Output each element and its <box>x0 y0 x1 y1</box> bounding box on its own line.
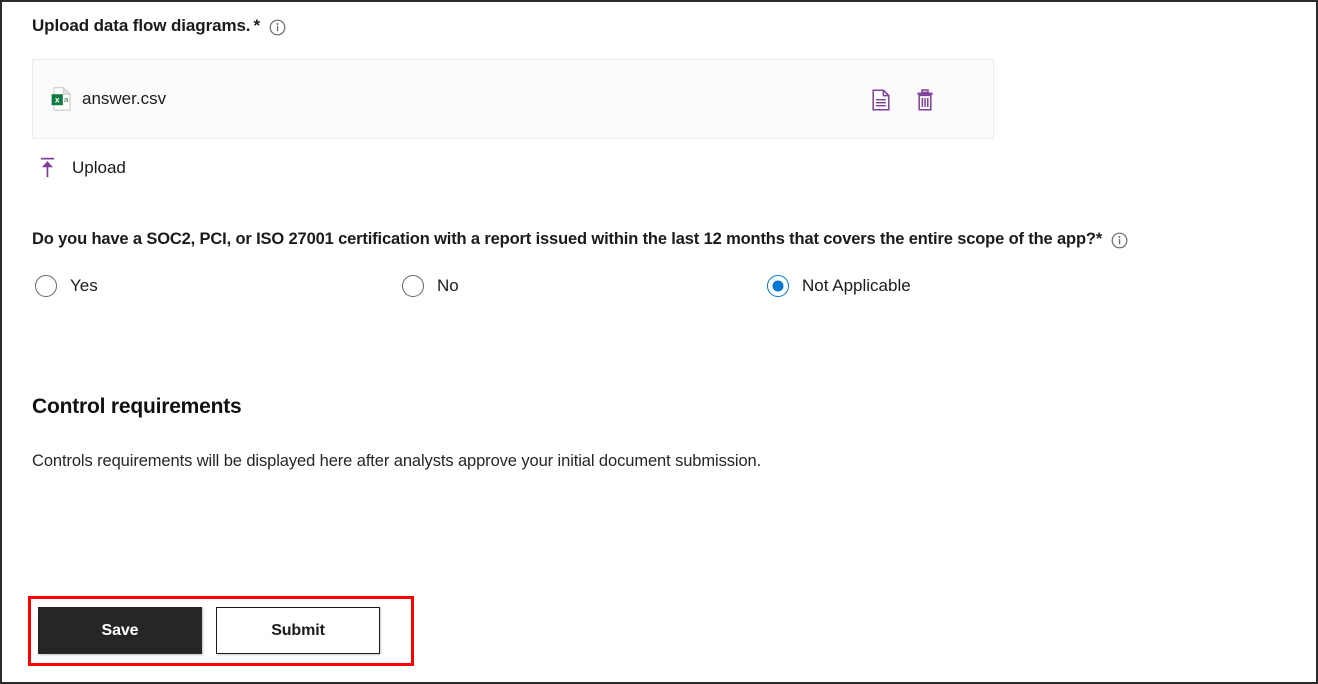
uploaded-file-row: x a answer.csv <box>32 59 994 139</box>
radio-label-not-applicable: Not Applicable <box>802 276 911 296</box>
radio-option-not-applicable[interactable]: Not Applicable <box>767 275 911 297</box>
file-action-buttons <box>864 60 993 140</box>
radio-circle-icon <box>35 275 57 297</box>
required-asterisk: * <box>1096 230 1102 249</box>
form-content: Upload data flow diagrams. * x <box>2 2 1316 682</box>
file-name-label: answer.csv <box>82 89 166 109</box>
submit-button[interactable]: Submit <box>216 607 380 654</box>
radio-circle-selected-icon <box>767 275 789 297</box>
excel-csv-file-icon: x a <box>51 87 72 111</box>
required-asterisk: * <box>253 16 260 36</box>
upload-section-label: Upload data flow diagrams. * <box>32 16 286 36</box>
radio-option-no[interactable]: No <box>402 275 459 297</box>
certification-question-text: Do you have a SOC2, PCI, or ISO 27001 ce… <box>32 230 1096 249</box>
trash-delete-icon[interactable] <box>908 83 942 117</box>
control-requirements-body: Controls requirements will be displayed … <box>32 452 761 471</box>
screenshot-frame: Upload data flow diagrams. * x <box>0 0 1318 684</box>
control-requirements-heading: Control requirements <box>32 395 242 419</box>
file-info: x a answer.csv <box>51 87 166 111</box>
upload-label-text: Upload data flow diagrams. <box>32 16 250 36</box>
radio-option-yes[interactable]: Yes <box>35 275 98 297</box>
certification-radio-group: Yes No Not Applicable <box>32 275 1132 305</box>
save-button[interactable]: Save <box>38 607 202 654</box>
svg-text:x: x <box>55 94 60 104</box>
radio-label-no: No <box>437 276 459 296</box>
radio-circle-icon <box>402 275 424 297</box>
radio-label-yes: Yes <box>70 276 98 296</box>
document-preview-icon[interactable] <box>864 83 898 117</box>
upload-button-label: Upload <box>72 158 126 178</box>
upload-arrow-icon <box>38 157 57 178</box>
certification-question: Do you have a SOC2, PCI, or ISO 27001 ce… <box>32 230 1302 249</box>
info-circle-icon[interactable] <box>1111 232 1128 249</box>
upload-button[interactable]: Upload <box>38 157 126 178</box>
info-circle-icon[interactable] <box>269 19 286 36</box>
form-action-buttons: Save Submit <box>38 607 380 654</box>
